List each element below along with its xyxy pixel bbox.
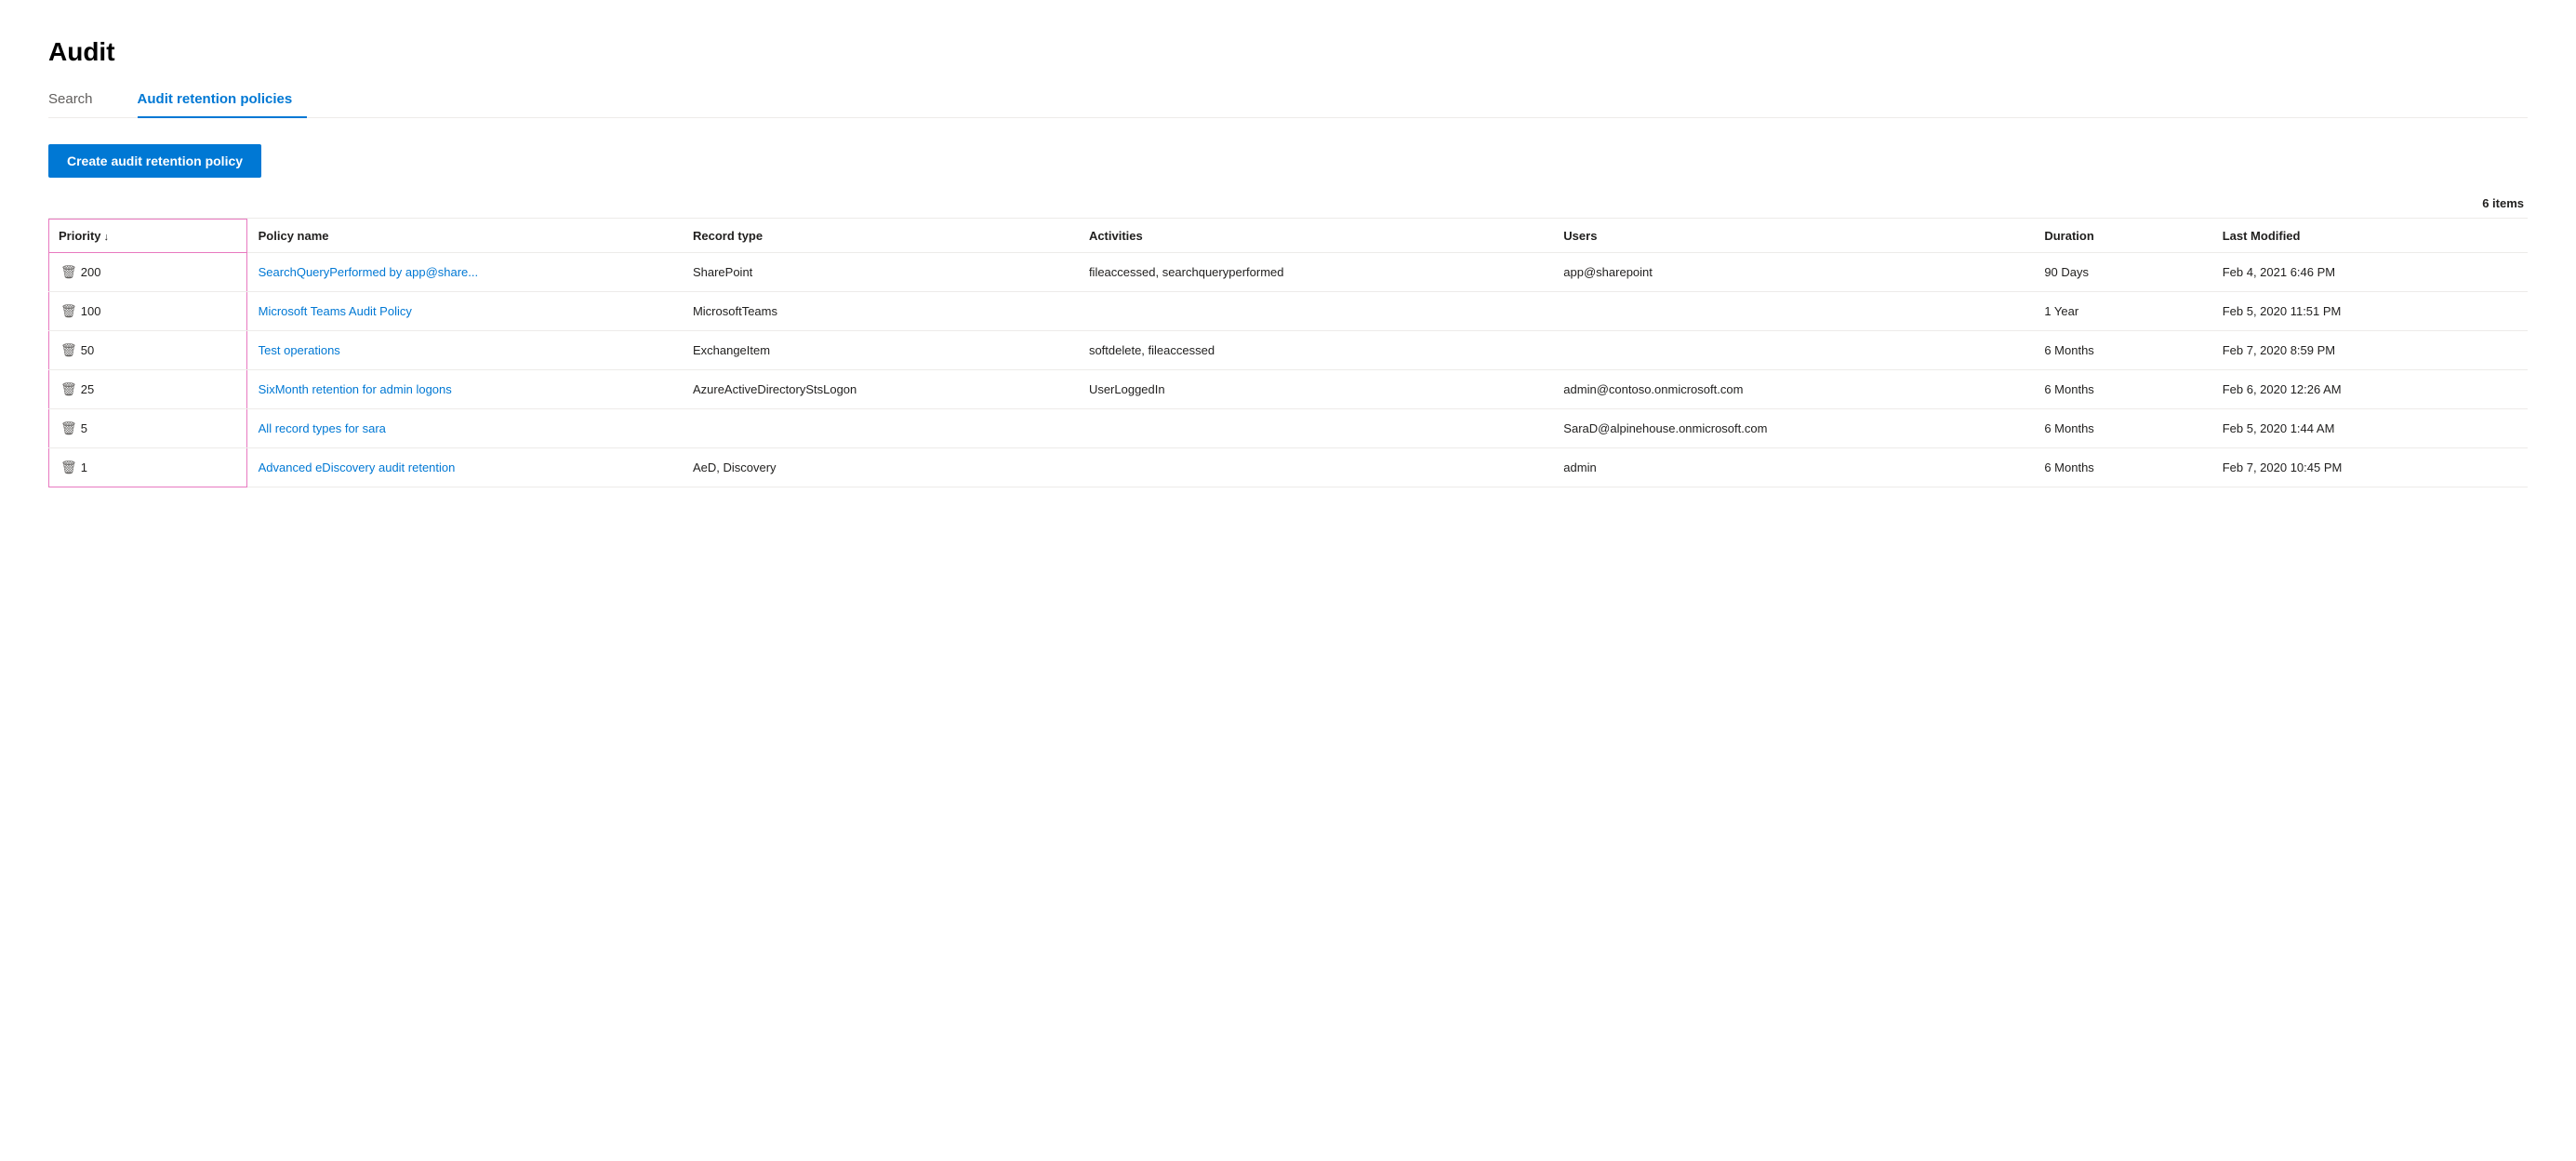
priority-value: 200 [81, 265, 101, 279]
last-modified-cell: Feb 5, 2020 11:51 PM [2211, 291, 2528, 330]
last-modified-cell: Feb 7, 2020 10:45 PM [2211, 447, 2528, 487]
duration-cell: 6 Months [2033, 408, 2211, 447]
tabs-container: Search Audit retention policies [48, 82, 2528, 118]
delete-icon[interactable]: 🗑 [60, 460, 77, 475]
delete-icon[interactable]: 🗑 [60, 420, 77, 436]
record-type-cell: ExchangeItem [682, 330, 1078, 369]
record-type-cell [682, 408, 1078, 447]
priority-cell: 🗑 1 [49, 447, 247, 487]
last-modified-cell: Feb 7, 2020 8:59 PM [2211, 330, 2528, 369]
priority-value: 25 [81, 382, 94, 396]
tab-search[interactable]: Search [48, 82, 108, 118]
delete-icon[interactable]: 🗑 [60, 342, 77, 358]
activities-cell: fileaccessed, searchqueryperformed [1078, 252, 1552, 291]
users-cell: admin [1552, 447, 2033, 487]
last-modified-cell: Feb 5, 2020 1:44 AM [2211, 408, 2528, 447]
priority-cell: 🗑 5 [49, 408, 247, 447]
priority-value: 1 [81, 460, 87, 474]
col-header-record-type[interactable]: Record type [682, 220, 1078, 253]
duration-cell: 6 Months [2033, 447, 2211, 487]
activities-cell [1078, 447, 1552, 487]
policy-name-cell[interactable]: Advanced eDiscovery audit retention [246, 447, 682, 487]
priority-cell: 🗑 50 [49, 330, 247, 369]
table-row: 🗑 200 SearchQueryPerformed by app@share.… [49, 252, 2529, 291]
users-cell: SaraD@alpinehouse.onmicrosoft.com [1552, 408, 2033, 447]
col-header-activities[interactable]: Activities [1078, 220, 1552, 253]
col-header-policy-name[interactable]: Policy name [246, 220, 682, 253]
col-header-priority[interactable]: Priority↓ [49, 220, 247, 253]
policy-name-cell[interactable]: Microsoft Teams Audit Policy [246, 291, 682, 330]
priority-value: 5 [81, 421, 87, 435]
table-header-row: Priority↓ Policy name Record type Activi… [49, 220, 2529, 253]
last-modified-cell: Feb 6, 2020 12:26 AM [2211, 369, 2528, 408]
users-cell [1552, 330, 2033, 369]
record-type-cell: MicrosoftTeams [682, 291, 1078, 330]
table-row: 🗑 5 All record types for sara SaraD@alpin… [49, 408, 2529, 447]
duration-cell: 1 Year [2033, 291, 2211, 330]
users-cell: app@sharepoint [1552, 252, 2033, 291]
delete-icon[interactable]: 🗑 [60, 303, 77, 319]
priority-value: 50 [81, 343, 94, 357]
last-modified-cell: Feb 4, 2021 6:46 PM [2211, 252, 2528, 291]
table-row: 🗑 100 Microsoft Teams Audit PolicyMicros… [49, 291, 2529, 330]
activities-cell: softdelete, fileaccessed [1078, 330, 1552, 369]
record-type-cell: SharePoint [682, 252, 1078, 291]
sort-icon: ↓ [104, 232, 110, 243]
policy-name-cell[interactable]: SearchQueryPerformed by app@share... [246, 252, 682, 291]
users-cell [1552, 291, 2033, 330]
record-type-cell: AeD, Discovery [682, 447, 1078, 487]
policies-table-container: Priority↓ Policy name Record type Activi… [48, 218, 2528, 487]
activities-cell [1078, 408, 1552, 447]
col-header-last-modified[interactable]: Last Modified [2211, 220, 2528, 253]
tab-audit-retention[interactable]: Audit retention policies [138, 82, 308, 118]
table-row: 🗑 50 Test operationsExchangeItemsoftdele… [49, 330, 2529, 369]
page-title: Audit [48, 37, 2528, 67]
items-count: 6 items [48, 196, 2528, 210]
priority-cell: 🗑 200 [49, 252, 247, 291]
col-header-users[interactable]: Users [1552, 220, 2033, 253]
activities-cell: UserLoggedIn [1078, 369, 1552, 408]
priority-cell: 🗑 100 [49, 291, 247, 330]
priority-value: 100 [81, 304, 101, 318]
duration-cell: 6 Months [2033, 369, 2211, 408]
delete-icon[interactable]: 🗑 [60, 264, 77, 280]
policies-table: Priority↓ Policy name Record type Activi… [48, 219, 2528, 487]
table-row: 🗑 25 SixMonth retention for admin logons… [49, 369, 2529, 408]
policy-name-cell[interactable]: Test operations [246, 330, 682, 369]
priority-cell: 🗑 25 [49, 369, 247, 408]
policy-name-cell[interactable]: SixMonth retention for admin logons [246, 369, 682, 408]
activities-cell [1078, 291, 1552, 330]
delete-icon[interactable]: 🗑 [60, 381, 77, 397]
users-cell: admin@contoso.onmicrosoft.com [1552, 369, 2033, 408]
record-type-cell: AzureActiveDirectoryStsLogon [682, 369, 1078, 408]
duration-cell: 6 Months [2033, 330, 2211, 369]
policy-name-cell[interactable]: All record types for sara [246, 408, 682, 447]
duration-cell: 90 Days [2033, 252, 2211, 291]
table-row: 🗑 1 Advanced eDiscovery audit retentionA… [49, 447, 2529, 487]
create-policy-button[interactable]: Create audit retention policy [48, 144, 261, 178]
col-header-duration[interactable]: Duration [2033, 220, 2211, 253]
